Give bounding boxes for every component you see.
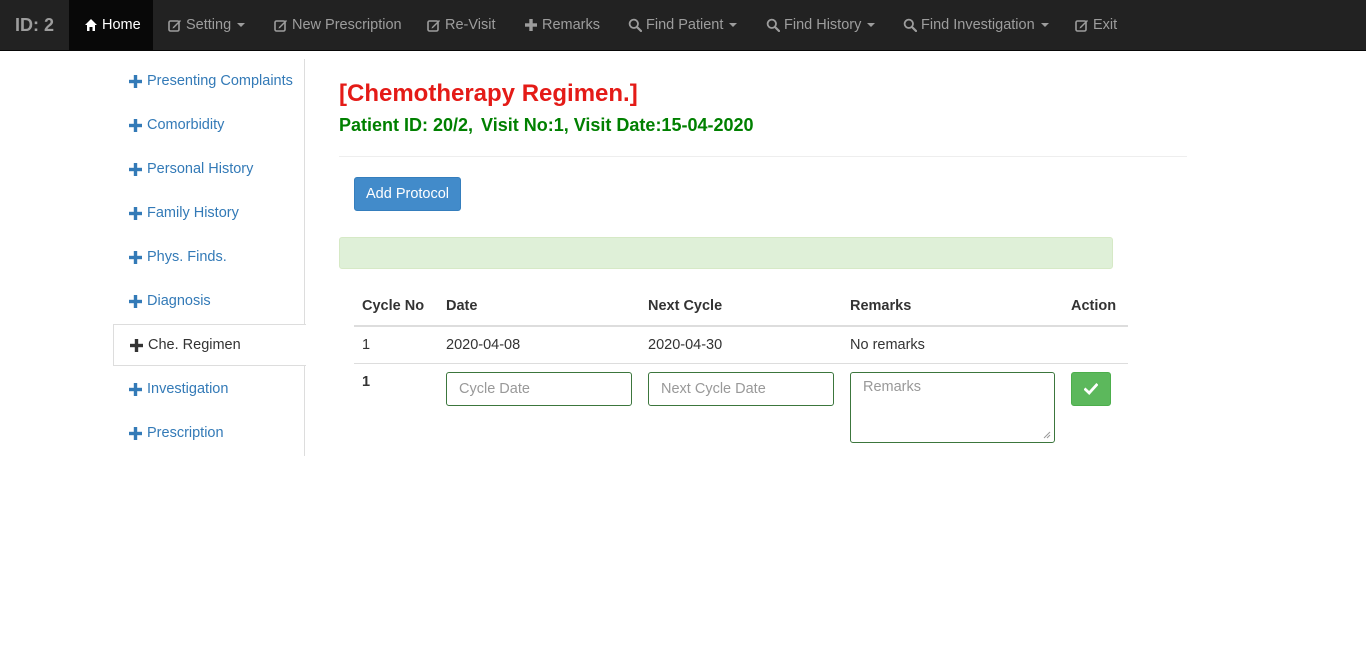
col-header-action: Action [1071, 298, 1117, 314]
plus-icon [524, 18, 538, 32]
sidebar-item-diagnosis[interactable]: Diagnosis [113, 280, 305, 322]
cell-cycle-no: 1 [362, 337, 371, 353]
search-icon [903, 18, 917, 32]
nav-exit-label: Exit [1093, 17, 1118, 33]
plus-icon [129, 206, 142, 220]
edit-icon [427, 18, 441, 32]
nav-revisit[interactable]: Re-Visit [412, 0, 509, 50]
nav-revisit-label: Re-Visit [445, 17, 496, 33]
nav-new-prescription-label: New Prescription [292, 17, 402, 33]
nav-find-patient[interactable]: Find Patient [613, 0, 751, 50]
table-header-border [354, 325, 1128, 327]
status-alert [339, 237, 1113, 269]
save-cycle-button[interactable] [1071, 372, 1111, 406]
plus-icon [129, 162, 142, 176]
sidebar-item-label: Presenting Complaints [147, 73, 293, 89]
nav-exit[interactable]: Exit [1060, 0, 1135, 50]
sidebar-item-che-regimen[interactable]: Che. Regimen [113, 324, 306, 366]
visit-info: Visit No:1, Visit Date:15-04-2020 [481, 115, 754, 135]
sidebar-item-label: Personal History [147, 161, 254, 177]
cycle-date-input[interactable] [446, 372, 632, 406]
remarks-textarea[interactable] [850, 372, 1055, 443]
caret-down-icon [1040, 23, 1049, 27]
nav-setting[interactable]: Setting [153, 0, 259, 50]
nav-home[interactable]: Home [69, 0, 153, 50]
col-header-next-cycle: Next Cycle [648, 298, 723, 314]
home-icon [84, 18, 98, 32]
plus-icon [129, 74, 142, 88]
sidebar-item-phys-finds[interactable]: Phys. Finds. [113, 236, 305, 278]
plus-icon [129, 426, 142, 440]
caret-down-icon [237, 23, 246, 27]
table-row-border [354, 363, 1128, 364]
sidebar-item-label: Comorbidity [147, 117, 225, 133]
plus-icon [129, 118, 142, 132]
sidebar-item-prescription[interactable]: Prescription [113, 412, 305, 454]
edit-icon [1075, 18, 1089, 32]
sidebar-item-family-history[interactable]: Family History [113, 192, 305, 234]
sidebar-item-label: Family History [147, 205, 239, 221]
cell-remarks: No remarks [850, 337, 925, 353]
nav-find-patient-label: Find Patient [646, 17, 724, 33]
sidebar: Presenting Complaints Comorbidity Person… [113, 59, 306, 456]
plus-icon [129, 382, 142, 396]
nav-find-history-label: Find History [784, 17, 862, 33]
sidebar-item-investigation[interactable]: Investigation [113, 368, 305, 410]
nav-find-investigation-label: Find Investigation [921, 17, 1035, 33]
nav-home-label: Home [102, 17, 141, 33]
edit-icon [168, 18, 182, 32]
divider [339, 156, 1187, 157]
caret-down-icon [867, 23, 876, 27]
sidebar-item-label: Che. Regimen [148, 337, 241, 353]
sidebar-item-presenting-complaints[interactable]: Presenting Complaints [113, 60, 305, 102]
nav-new-prescription[interactable]: New Prescription [259, 0, 412, 50]
top-navbar: ID: 2 Home Setting New Prescription Re-V… [0, 0, 1366, 51]
next-cycle-date-input[interactable] [648, 372, 834, 406]
col-header-remarks: Remarks [850, 298, 912, 314]
plus-icon [129, 294, 142, 308]
plus-icon [130, 338, 143, 352]
patient-visit-info: Patient ID: 20/2, Visit No:1, Visit Date:… [339, 115, 754, 136]
check-icon [1084, 383, 1098, 395]
page-title: [Chemotherapy Regimen.] [339, 80, 638, 107]
sidebar-item-label: Prescription [147, 425, 224, 441]
brand-id[interactable]: ID: 2 [0, 0, 69, 50]
sidebar-item-label: Investigation [147, 381, 229, 397]
cell-date: 2020-04-08 [446, 337, 521, 353]
nav-remarks-label: Remarks [542, 17, 601, 33]
cell-next-cycle: 2020-04-30 [648, 337, 723, 353]
nav-find-investigation[interactable]: Find Investigation [888, 0, 1060, 50]
edit-icon [274, 18, 288, 32]
nav-setting-label: Setting [186, 17, 232, 33]
add-protocol-button[interactable]: Add Protocol [354, 177, 461, 211]
sidebar-item-comorbidity[interactable]: Comorbidity [113, 104, 305, 146]
search-icon [766, 18, 780, 32]
col-header-date: Date [446, 298, 478, 314]
nav-remarks[interactable]: Remarks [509, 0, 613, 50]
plus-icon [129, 250, 142, 264]
patient-id: Patient ID: 20/2, [339, 115, 474, 135]
new-cycle-no: 1 [362, 374, 371, 390]
nav-find-history[interactable]: Find History [751, 0, 888, 50]
sidebar-item-personal-history[interactable]: Personal History [113, 148, 305, 190]
sidebar-item-label: Diagnosis [147, 293, 211, 309]
search-icon [628, 18, 642, 32]
sidebar-item-label: Phys. Finds. [147, 249, 227, 265]
col-header-cycle-no: Cycle No [362, 298, 425, 314]
caret-down-icon [729, 23, 738, 27]
